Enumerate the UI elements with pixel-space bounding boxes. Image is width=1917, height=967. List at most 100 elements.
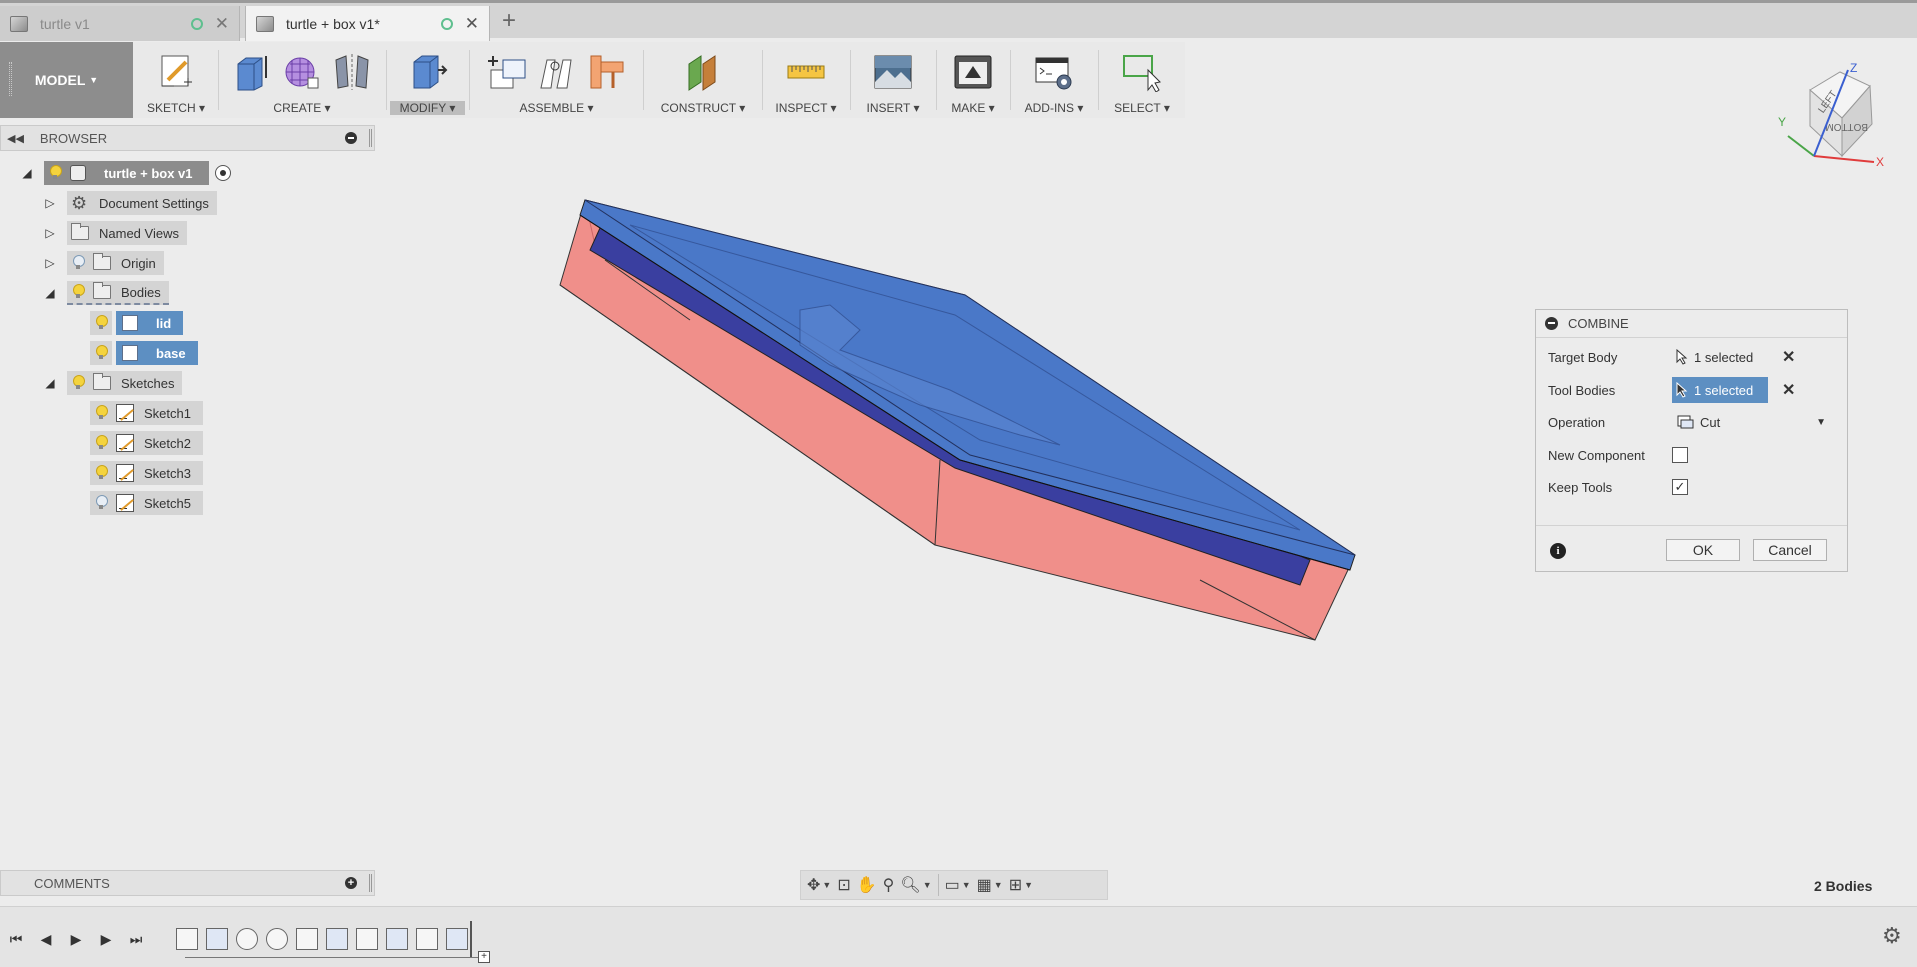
create-group[interactable]: CREATE ▾ [222, 42, 382, 118]
lid-visibility-chip[interactable] [90, 311, 112, 335]
assemble-group[interactable]: ASSEMBLE ▾ [474, 42, 639, 118]
viewcube[interactable]: LEFT BOTTOM X Y Z [1770, 60, 1890, 170]
origin-chip[interactable]: Origin [67, 251, 164, 275]
sketches-chip[interactable]: Sketches [67, 371, 183, 395]
step-back-icon[interactable]: ◀ [36, 929, 56, 949]
collapse-triangle-icon[interactable]: ◢ [43, 286, 57, 300]
inspect-group[interactable]: INSPECT ▾ [766, 42, 846, 118]
go-to-start-icon[interactable]: ⏮ [6, 929, 26, 949]
timeline-extrude-feature[interactable] [386, 928, 408, 950]
timeline-sketch-feature[interactable] [296, 928, 318, 950]
select-group[interactable]: SELECT ▾ [1102, 42, 1182, 118]
expand-triangle-icon[interactable]: ▷ [43, 256, 57, 270]
visibility-bulb-icon[interactable] [48, 165, 62, 181]
sketch3-chip[interactable]: Sketch3 [90, 461, 203, 485]
browser-item-sketch2[interactable]: Sketch2 [90, 431, 203, 455]
comments-pin-icon[interactable] [369, 874, 372, 892]
look-at-icon[interactable]: ⊡ [837, 874, 850, 896]
visibility-bulb-icon[interactable] [71, 375, 85, 391]
cancel-button[interactable]: Cancel [1753, 539, 1827, 561]
select-icon[interactable] [1122, 52, 1162, 92]
browser-item-named-views[interactable]: ▷ Named Views [43, 221, 187, 245]
add-ins-group[interactable]: ADD-INS ▾ [1014, 42, 1094, 118]
named-views-chip[interactable]: Named Views [67, 221, 187, 245]
new-component-icon[interactable] [487, 52, 527, 92]
visibility-bulb-icon[interactable] [94, 315, 108, 331]
clear-target-body-icon[interactable]: ✕ [1782, 347, 1795, 367]
bodies-chip[interactable]: Bodies [67, 281, 169, 305]
browser-item-base[interactable]: base [90, 341, 198, 365]
extrude-icon[interactable] [232, 52, 272, 92]
step-forward-icon[interactable]: ▶ [96, 929, 116, 949]
construct-group[interactable]: CONSTRUCT ▾ [648, 42, 758, 118]
browser-pin-icon[interactable] [369, 129, 372, 147]
scripts-addins-icon[interactable] [1034, 52, 1074, 92]
sketch2-chip[interactable]: Sketch2 [90, 431, 203, 455]
base-visibility-chip[interactable] [90, 341, 112, 365]
viewports-icon[interactable]: ⊞ ▼ [1009, 874, 1033, 896]
timeline-extrude-feature[interactable] [326, 928, 348, 950]
browser-minimize-icon[interactable] [345, 132, 357, 144]
sketch5-chip[interactable]: Sketch5 [90, 491, 203, 515]
joint-icon[interactable] [537, 52, 577, 92]
measure-icon[interactable] [786, 52, 826, 92]
collapse-triangle-icon[interactable]: ◢ [20, 166, 34, 180]
visibility-bulb-icon[interactable] [71, 255, 85, 271]
browser-item-sketches[interactable]: ◢ Sketches [43, 371, 183, 395]
visibility-bulb-icon[interactable] [94, 405, 108, 421]
create-sketch-icon[interactable] [156, 52, 196, 92]
keep-tools-checkbox[interactable]: ✓ [1672, 479, 1688, 495]
timeline-fillet-feature[interactable] [266, 928, 288, 950]
display-settings-icon[interactable]: ▭ ▼ [945, 874, 971, 896]
collapse-triangle-icon[interactable]: ◢ [43, 376, 57, 390]
tab-turtle-v1[interactable]: turtle v1 ✕ [0, 6, 240, 41]
browser-item-document-settings[interactable]: ▷ ⚙ Document Settings [43, 191, 217, 215]
browser-item-lid[interactable]: lid [90, 311, 184, 335]
browser-item-sketch1[interactable]: Sketch1 [90, 401, 203, 425]
zoom-window-icon[interactable]: 🔍︎ ▼ [900, 874, 931, 896]
timeline-marker[interactable] [470, 921, 472, 957]
grid-snaps-icon[interactable]: ▦ ▼ [977, 874, 1003, 896]
visibility-bulb-icon[interactable] [71, 284, 85, 300]
browser-item-sketch3[interactable]: Sketch3 [90, 461, 203, 485]
operation-dropdown[interactable]: Cut ▼ [1672, 410, 1832, 434]
timeline-sketch-feature[interactable] [356, 928, 378, 950]
go-to-end-icon[interactable]: ⏭ [126, 929, 146, 949]
timeline-sketch-feature[interactable] [416, 928, 438, 950]
timeline-add-icon[interactable]: + [478, 951, 490, 963]
visibility-bulb-icon[interactable] [94, 345, 108, 361]
timeline-sketch-feature[interactable] [176, 928, 198, 950]
3d-print-icon[interactable] [953, 52, 993, 92]
workspace-switcher-button[interactable]: MODEL ▼ [0, 42, 133, 118]
toolbar-grip[interactable] [9, 62, 12, 96]
visibility-bulb-icon[interactable] [94, 495, 108, 511]
clear-tool-bodies-icon[interactable]: ✕ [1782, 380, 1795, 400]
timeline-fillet-feature[interactable] [236, 928, 258, 950]
new-tab-button[interactable]: + [502, 7, 516, 35]
modify-group[interactable]: MODIFY ▾ [390, 42, 465, 118]
sketch-group[interactable]: SKETCH ▾ [138, 42, 214, 118]
new-component-checkbox[interactable] [1672, 447, 1688, 463]
pan-icon[interactable]: ✋ [857, 874, 877, 896]
insert-image-icon[interactable] [873, 52, 913, 92]
model-canvas[interactable] [500, 170, 1400, 670]
tab-turtle-box-v1[interactable]: turtle + box v1* ✕ [245, 6, 490, 41]
root-chip[interactable]: turtle + box v1 [44, 161, 209, 185]
mirror-icon[interactable] [332, 52, 372, 92]
close-tab-icon[interactable]: ✕ [215, 14, 229, 34]
press-pull-icon[interactable] [408, 52, 448, 92]
timeline-extrude-feature[interactable] [446, 928, 468, 950]
document-settings-chip[interactable]: ⚙ Document Settings [67, 191, 217, 215]
form-icon[interactable] [282, 52, 322, 92]
tool-bodies-selector[interactable]: 1 selected [1672, 377, 1768, 403]
info-icon[interactable]: i [1550, 543, 1566, 559]
add-comment-icon[interactable]: + [345, 877, 357, 889]
play-icon[interactable]: ▶ [66, 929, 86, 949]
timeline-extrude-feature[interactable] [206, 928, 228, 950]
close-tab-icon[interactable]: ✕ [465, 14, 479, 34]
visibility-bulb-icon[interactable] [94, 465, 108, 481]
base-chip[interactable]: base [116, 341, 198, 365]
settings-gear-icon[interactable]: ⚙ [1882, 923, 1902, 949]
expand-triangle-icon[interactable]: ▷ [43, 226, 57, 240]
zoom-icon[interactable]: ⚲ [883, 874, 895, 896]
